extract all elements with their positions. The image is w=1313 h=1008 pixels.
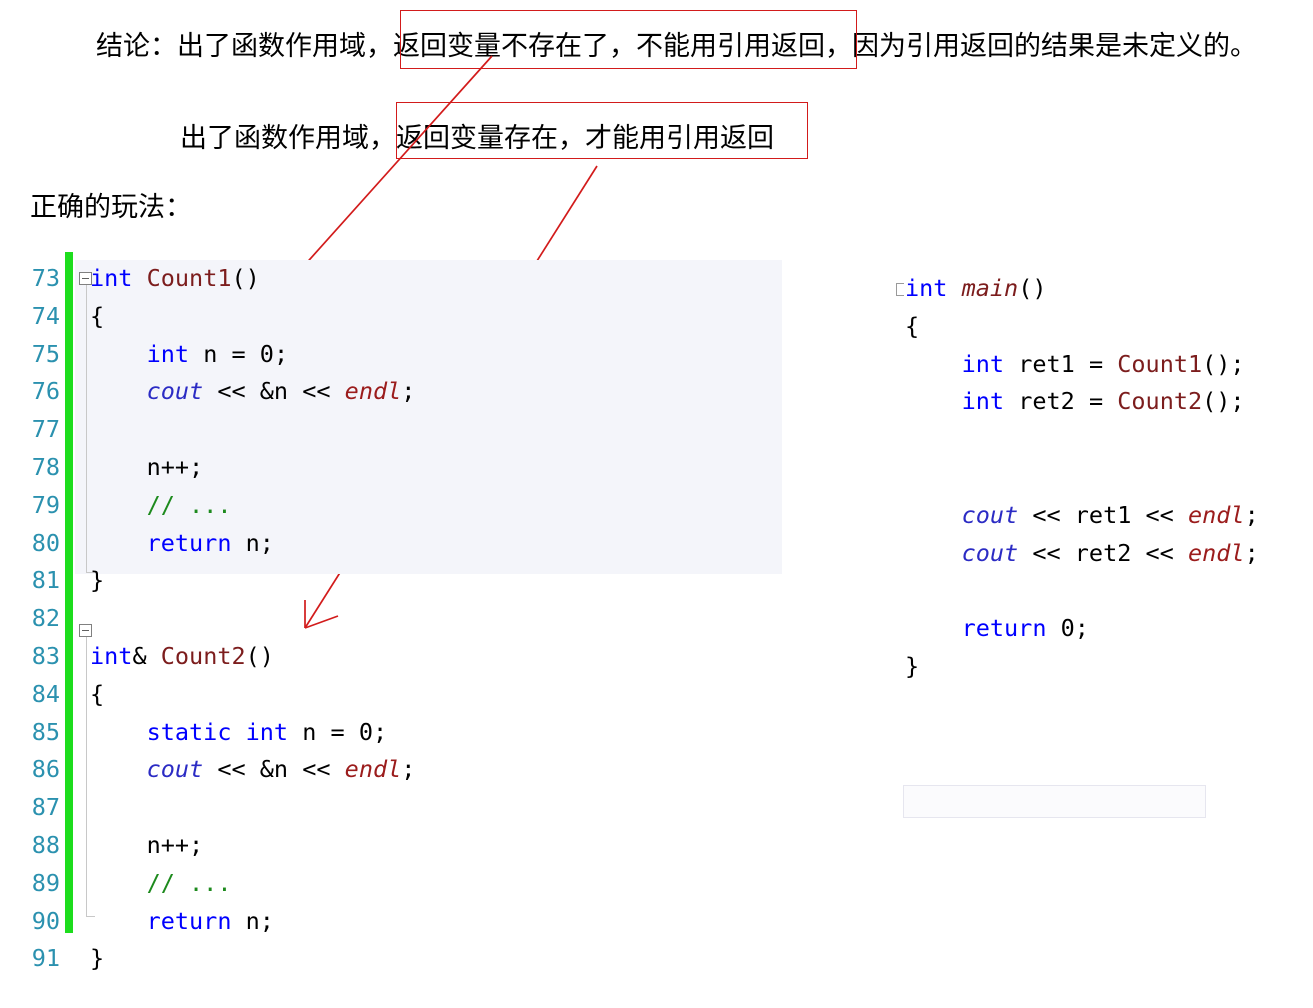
current-line-highlight: [903, 785, 1206, 818]
code-line[interactable]: int n = 0;: [90, 336, 289, 374]
code-line[interactable]: cout << &n << endl;: [90, 751, 416, 789]
rule-text: 出了函数作用域，返回变量存在，才能用引用返回: [180, 123, 774, 154]
code-editor-functions[interactable]: int Count1() { int n = 0; cout << &n << …: [0, 252, 800, 972]
conclusion-text: 结论：出了函数作用域，返回变量不存在了，不能用引用返回，因为引用返回的结果是未定…: [96, 31, 1257, 62]
code-line[interactable]: }: [90, 562, 104, 600]
code-line[interactable]: int ret1 = Count1();: [905, 346, 1245, 384]
code-line[interactable]: {: [90, 298, 104, 336]
code-line[interactable]: // ...: [90, 487, 232, 525]
code-editor-main[interactable]: int main() { int ret1 = Count1(); int re…: [893, 262, 1313, 818]
code-line[interactable]: int main(): [905, 270, 1047, 308]
code-line[interactable]: cout << &n << endl;: [90, 373, 416, 411]
section-heading: 正确的玩法：: [30, 192, 192, 223]
code-line[interactable]: n++;: [90, 827, 204, 865]
code-line[interactable]: int Count1(): [90, 260, 260, 298]
code-line[interactable]: }: [905, 648, 919, 686]
code-line[interactable]: return n;: [90, 525, 274, 563]
code-line[interactable]: }: [90, 940, 104, 978]
code-line[interactable]: {: [905, 308, 919, 346]
code-line[interactable]: int ret2 = Count2();: [905, 383, 1245, 421]
code-line[interactable]: // ...: [90, 865, 232, 903]
code-line[interactable]: {: [90, 676, 104, 714]
code-line[interactable]: n++;: [90, 449, 204, 487]
code-line[interactable]: cout << ret1 << endl;: [905, 497, 1259, 535]
code-line[interactable]: return n;: [90, 903, 274, 941]
code-line[interactable]: static int n = 0;: [90, 714, 388, 752]
code-line[interactable]: return 0;: [905, 610, 1089, 648]
code-line-current[interactable]: cout << ret2 << endl;: [905, 535, 1259, 573]
code-line[interactable]: int& Count2(): [90, 638, 274, 676]
